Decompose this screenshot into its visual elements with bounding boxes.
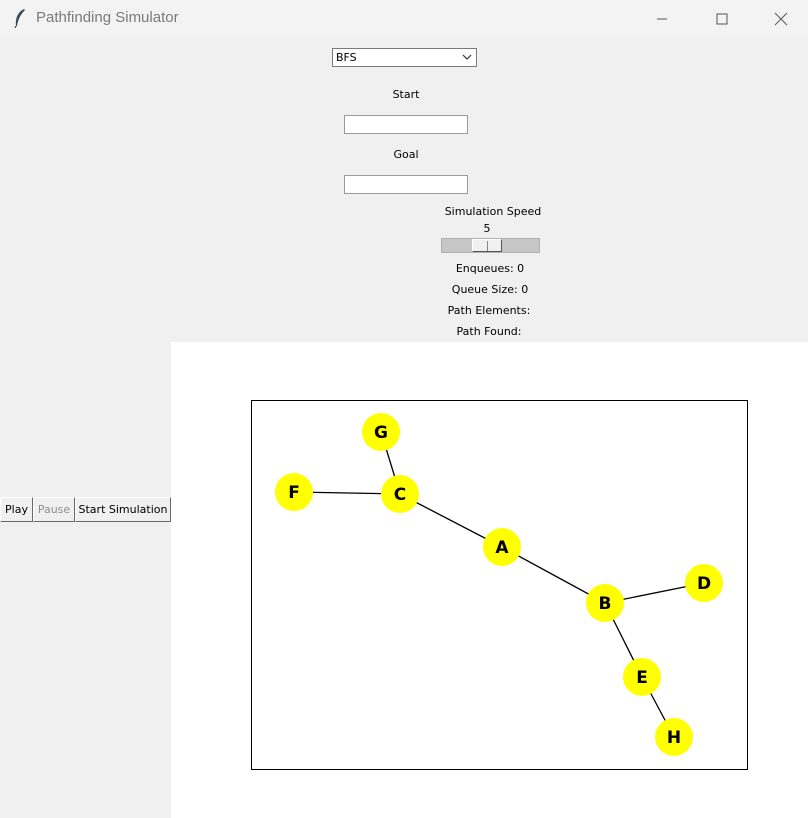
path-found-label: Path Found: — [456, 325, 522, 338]
graph-node-label-f: F — [288, 483, 300, 503]
play-button[interactable]: Play — [0, 497, 33, 522]
title-bar: Pathfinding Simulator — [0, 0, 808, 37]
graph-node-label-d: D — [697, 574, 711, 594]
close-icon — [774, 12, 788, 25]
window-title: Pathfinding Simulator — [36, 9, 179, 26]
graph-frame — [251, 400, 748, 770]
speed-slider-thumb[interactable] — [472, 239, 502, 252]
graph-node-d: D — [685, 564, 723, 602]
start-simulation-button[interactable]: Start Simulation — [75, 497, 171, 522]
graph-node-label-e: E — [636, 668, 648, 688]
path-elements-label: Path Elements: — [447, 304, 531, 317]
goal-label: Goal — [393, 148, 419, 161]
graph-node-label-a: A — [495, 538, 509, 558]
maximize-icon — [716, 13, 728, 24]
graph-node-label-h: H — [667, 728, 681, 748]
minimize-icon — [657, 18, 667, 19]
pause-button[interactable]: Pause — [33, 497, 75, 522]
speed-label: Simulation Speed — [444, 205, 542, 218]
maximize-button[interactable] — [699, 0, 745, 37]
queue-size-label: Queue Size: 0 — [451, 283, 529, 296]
algorithm-select[interactable]: BFS — [332, 48, 477, 67]
feather-icon — [14, 9, 25, 28]
start-input[interactable] — [344, 115, 468, 134]
graph-node-g: G — [362, 413, 400, 451]
enqueues-label: Enqueues: 0 — [455, 262, 525, 275]
close-button[interactable] — [758, 0, 804, 37]
graph-node-h: H — [655, 718, 693, 756]
goal-input[interactable] — [344, 175, 468, 194]
graph-node-b: B — [586, 584, 624, 622]
graph-node-label-g: G — [374, 423, 388, 443]
algorithm-select-value: BFS — [336, 51, 357, 64]
graph-canvas: A B C D E F G H — [171, 342, 808, 818]
graph-node-a: A — [483, 528, 521, 566]
minimize-button[interactable] — [639, 0, 685, 37]
graph-node-f: F — [275, 473, 313, 511]
graph-node-e: E — [623, 658, 661, 696]
speed-slider[interactable] — [441, 238, 540, 253]
speed-value: 5 — [483, 222, 491, 235]
graph-node-c: C — [381, 475, 419, 513]
graph-node-label-c: C — [394, 485, 406, 505]
graph-node-label-b: B — [599, 594, 612, 614]
chevron-down-icon — [462, 54, 472, 60]
start-label: Start — [392, 88, 420, 101]
graph-plot: A B C D E F G H — [251, 400, 748, 770]
